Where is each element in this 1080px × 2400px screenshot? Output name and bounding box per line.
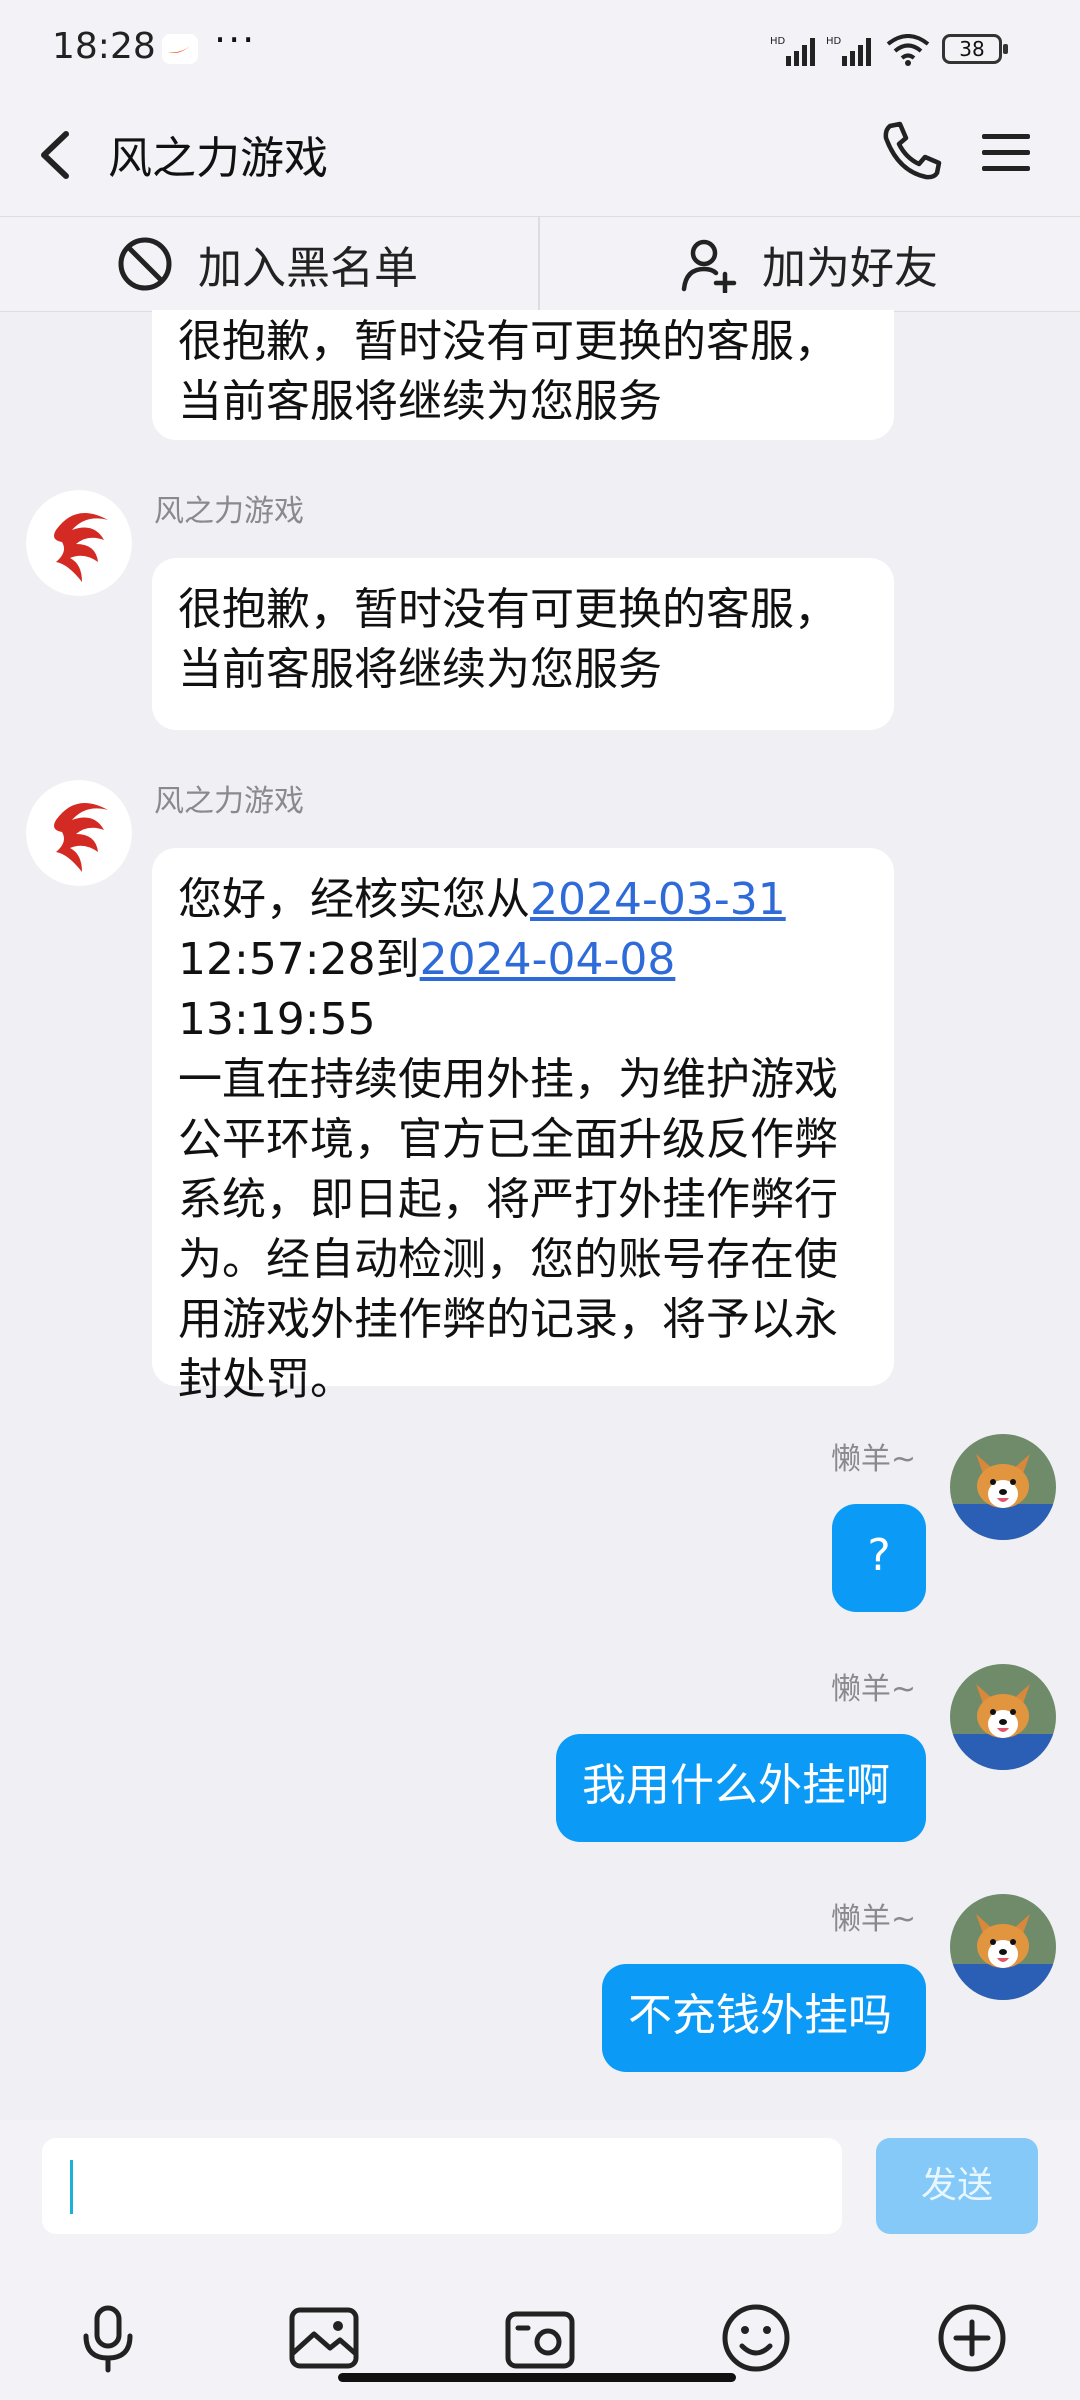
incoming-message-bubble[interactable]: 很抱歉，暂时没有可更换的客服， 当前客服将继续为您服务 <box>152 310 894 440</box>
outgoing-message-bubble[interactable]: 不充钱外挂吗 <box>602 1964 926 2072</box>
back-arrow-icon[interactable] <box>26 120 90 190</box>
block-button[interactable]: 加入黑名单 <box>116 217 418 311</box>
block-icon <box>118 237 172 291</box>
sender-avatar[interactable] <box>26 780 132 886</box>
message-list[interactable]: 很抱歉，暂时没有可更换的客服， 当前客服将继续为您服务 风之力游戏 很抱歉，暂时… <box>0 310 1080 2120</box>
add-friend-button[interactable]: 加为好友 <box>680 217 938 311</box>
action-divider <box>538 217 540 311</box>
message-line: 您好，经核实您从2024-03-31 <box>178 870 868 930</box>
add-friend-icon <box>681 239 737 293</box>
message-line: 系统，即日起，将严打外挂作弊行 <box>178 1174 838 1225</box>
date-link[interactable]: 2024-04-08 <box>420 934 676 985</box>
message-line: 当前客服将继续为您服务 <box>178 644 662 695</box>
microphone-icon[interactable] <box>70 2300 146 2376</box>
plus-icon[interactable] <box>934 2300 1010 2376</box>
wifi-icon <box>886 34 930 66</box>
message-line: 12:57:28到2024-04-08 13:19:55 <box>178 930 868 1050</box>
outgoing-message-bubble[interactable]: 我用什么外挂啊 <box>556 1734 926 1842</box>
chat-header: 风之力游戏 <box>0 100 1080 216</box>
chat-title: 风之力游戏 <box>108 133 328 184</box>
svg-text:HD: HD <box>826 36 842 47</box>
add-friend-label: 加为好友 <box>762 243 938 294</box>
sender-name: 懒羊~ <box>830 1902 916 1937</box>
message-text: 我用什么外挂啊 <box>582 1760 890 1811</box>
block-label: 加入黑名单 <box>198 243 418 294</box>
message-text: 不充钱外挂吗 <box>628 1990 892 2041</box>
action-bar: 加入黑名单 加为好友 <box>0 216 1080 312</box>
corgi-avatar-icon <box>950 1894 1056 2000</box>
phone-call-icon[interactable] <box>876 116 946 186</box>
corgi-avatar-icon <box>950 1664 1056 1770</box>
sender-name: 风之力游戏 <box>154 494 304 529</box>
message-text: 您好，经核实您从 <box>178 874 530 925</box>
menu-icon[interactable] <box>976 120 1036 184</box>
notification-app-icon <box>162 34 198 64</box>
message-line: 当前客服将继续为您服务 <box>178 376 662 427</box>
message-input[interactable] <box>42 2138 842 2234</box>
message-line: 一直在持续使用外挂，为维护游戏 <box>178 1054 838 1105</box>
status-time: 18:28 <box>52 26 156 67</box>
incoming-message-bubble[interactable]: 您好，经核实您从2024-03-31 12:57:28到2024-04-08 1… <box>152 848 894 1405</box>
composer: 发送 <box>0 2120 1080 2400</box>
message-line: 很抱歉，暂时没有可更换的客服， <box>178 316 838 367</box>
outgoing-message-bubble[interactable]: ? <box>832 1504 926 1612</box>
send-button[interactable]: 发送 <box>876 2138 1038 2234</box>
status-bar: 18:28 ··· HD HD 38 <box>0 0 1080 100</box>
camera-icon[interactable] <box>502 2300 578 2376</box>
date-link[interactable]: 2024-03-31 <box>530 874 786 925</box>
corgi-avatar-icon <box>950 1434 1056 1540</box>
wind-power-logo-icon <box>26 490 132 596</box>
user-avatar[interactable] <box>950 1434 1056 1540</box>
message-text: 13:19:55 <box>178 994 376 1045</box>
sender-name: 懒羊~ <box>830 1442 916 1477</box>
message-line: 公平环境，官方已全面升级反作弊 <box>178 1114 838 1165</box>
message-line: 为。经自动检测，您的账号存在使 <box>178 1234 838 1285</box>
home-indicator[interactable] <box>338 2373 736 2382</box>
message-line: 用游戏外挂作弊的记录，将予以永 <box>178 1294 838 1345</box>
message-text: 12:57:28到 <box>178 934 420 985</box>
sender-name: 风之力游戏 <box>154 784 304 819</box>
battery-indicator: 38 <box>942 34 1008 64</box>
image-icon[interactable] <box>286 2300 362 2376</box>
message-line: 封处罚。 <box>178 1354 354 1405</box>
sender-name: 懒羊~ <box>830 1672 916 1707</box>
signal-hd-icon: HD <box>770 36 815 66</box>
svg-text:HD: HD <box>770 36 786 47</box>
text-caret <box>70 2160 73 2214</box>
user-avatar[interactable] <box>950 1664 1056 1770</box>
message-text: ? <box>867 1530 891 1581</box>
message-line: 很抱歉，暂时没有可更换的客服， <box>178 584 838 635</box>
wind-power-logo-icon <box>26 780 132 886</box>
incoming-message-bubble[interactable]: 很抱歉，暂时没有可更换的客服， 当前客服将继续为您服务 <box>152 558 894 730</box>
user-avatar[interactable] <box>950 1894 1056 2000</box>
more-notifications-icon: ··· <box>214 18 257 62</box>
sender-avatar[interactable] <box>26 490 132 596</box>
signal-hd-2-icon: HD <box>826 36 871 66</box>
emoji-icon[interactable] <box>718 2300 794 2376</box>
